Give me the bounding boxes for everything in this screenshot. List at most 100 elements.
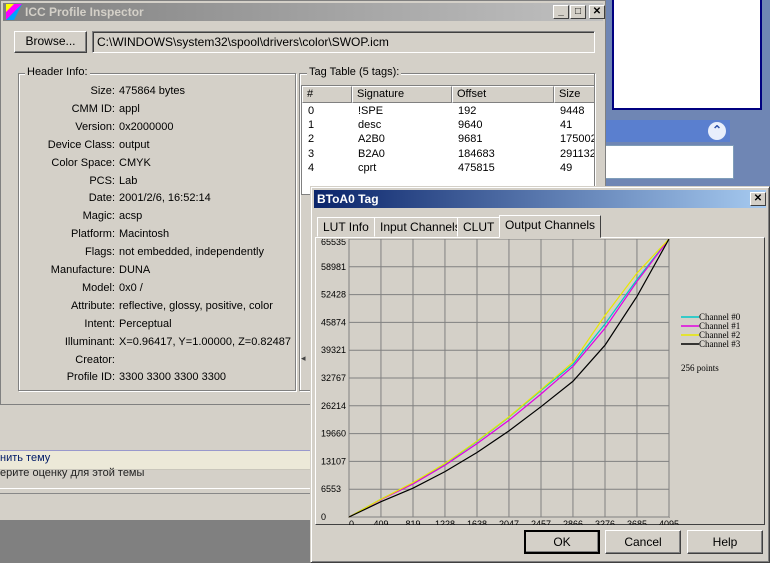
tag-index: 1 [308,119,315,132]
header-field-label: Creator: [75,353,115,366]
table-row[interactable]: 1 desc 9640 41 [302,119,594,133]
table-row[interactable]: 2 A2B0 9681 175002 [302,133,594,147]
collapse-icon[interactable]: ⌃ [708,122,726,140]
tag-size: 41 [560,119,573,132]
background-theme-link[interactable]: нить тему [0,452,50,464]
header-info-row: Attribute: reflective, glossy, positive, … [27,300,297,318]
header-info-row: Intent: Perceptual [27,318,297,336]
header-info-row: Version: 0x2000000 [27,121,297,139]
header-info-row: PCS: Lab [27,175,297,193]
table-row[interactable]: 3 B2A0 184683 291132 [302,147,595,162]
column-header-signature[interactable]: Signature [352,86,452,103]
header-field-value: 0x0 / [119,281,143,294]
y-tick-label: 6553 [321,484,341,494]
legend-entry: Channel #3 [699,339,741,349]
y-tick-label: 52428 [321,290,346,300]
header-info-row: Device Class: output [27,139,297,157]
header-field-label: PCS: [89,174,115,187]
tag-offset: 184683 [458,147,495,160]
x-tick-label: 409 [373,519,388,525]
tag-offset: 192 [458,105,477,117]
points-count-annotation: 256 points [681,363,719,373]
background-taskbar-area [0,520,312,563]
y-tick-label: 13107 [321,456,346,466]
tag-size: 49 [560,161,573,174]
header-field-value: acsp [119,210,143,223]
header-field-label: Device Class: [47,138,115,151]
header-field-label: Illuminant: [64,335,115,348]
maximize-button[interactable]: □ [570,5,586,19]
tab-input-channels[interactable]: Input Channels [374,217,467,237]
y-tick-label: 19660 [321,429,346,439]
tab-clut[interactable]: CLUT [457,217,501,237]
header-info-row: CMM ID: appl [27,103,297,121]
header-field-value: 3300 3300 3300 3300 [119,371,227,384]
app-icon [6,4,22,20]
header-field-label: Magic: [82,210,115,223]
x-tick-label: 4095 [659,519,679,525]
dialog-titlebar[interactable]: BToA0 Tag ✕ [314,190,766,208]
tag-index: 0 [308,105,315,117]
tag-signature: desc [358,119,382,132]
minimize-button[interactable]: _ [553,5,569,19]
x-tick-label: 1228 [435,519,455,525]
y-tick-label: 39321 [321,345,346,355]
header-field-label: Manufacture: [50,264,115,276]
header-info-row: Date: 2001/2/6, 16:52:14 [27,192,297,210]
header-field-value: output [119,138,150,151]
header-field-label: Model: [81,281,115,294]
ok-button[interactable]: OK [524,530,600,554]
browse-button[interactable]: Browse... [14,31,87,53]
tag-offset: 9640 [458,119,483,132]
x-tick-label: 3276 [595,519,615,525]
table-row[interactable]: 0 !SPE 192 9448 [302,105,594,119]
profile-path-field[interactable]: C:\WINDOWS\system32\spool\drivers\color\… [92,31,595,53]
column-header-offset[interactable]: Offset [452,86,554,103]
header-field-label: Profile ID: [66,371,115,384]
tag-offset: 475815 [458,161,495,174]
header-info-row: Magic: acsp [27,210,297,228]
header-info-label: Header Info: [25,66,90,78]
header-info-row: Creator: [27,354,297,372]
header-field-value: Macintosh [119,228,170,241]
header-field-label: Color Space: [51,156,115,169]
x-tick-label: 2457 [531,519,551,525]
header-info-row: Platform: Macintosh [27,228,297,246]
header-field-label: Version: [75,120,115,133]
window-title: ICC Profile Inspector [25,5,144,19]
header-field-label: Platform: [70,228,115,241]
x-tick-label: 1638 [467,519,487,525]
cancel-button[interactable]: Cancel [605,530,681,554]
x-tick-label: 0 [349,519,354,525]
tab-output-channels[interactable]: Output Channels [499,215,602,238]
tag-size: 291132 [560,147,595,160]
tag-size: 9448 [560,105,585,117]
column-header-size[interactable]: Size [554,86,594,103]
tab-lut-info[interactable]: LUT Info [317,217,375,237]
close-button[interactable]: ✕ [589,5,605,19]
header-field-label: Date: [88,192,115,205]
tag-signature: A2B0 [358,133,385,146]
header-field-label: Intent: [84,317,115,330]
y-tick-label: 0 [321,512,326,522]
header-field-label: CMM ID: [71,102,115,115]
header-field-value: 2001/2/6, 16:52:14 [119,192,211,205]
dialog-close-button[interactable]: ✕ [750,192,766,206]
background-window [612,0,762,110]
tag-table[interactable]: # Signature Offset Size 0 !SPE 192 9448 1 des… [301,85,595,195]
header-info-row: Size: 475864 bytes [27,85,297,103]
tag-signature: B2A0 [358,147,385,160]
header-field-label: Attribute: [70,299,115,312]
table-row[interactable]: 4 cprt 475815 49 [302,161,594,176]
column-header-index[interactable]: # [302,86,352,103]
header-field-value: Perceptual [119,317,172,330]
main-titlebar[interactable]: ICC Profile Inspector _ □ ✕ [3,3,605,21]
help-button[interactable]: Help [687,530,763,554]
background-panel-body [604,145,734,179]
y-tick-label: 58981 [321,262,346,272]
tag-offset: 9681 [458,133,483,146]
header-field-value: CMYK [119,156,151,169]
y-tick-label: 26214 [321,401,346,411]
y-tick-label: 32767 [321,373,346,383]
tag-index: 4 [308,161,315,174]
